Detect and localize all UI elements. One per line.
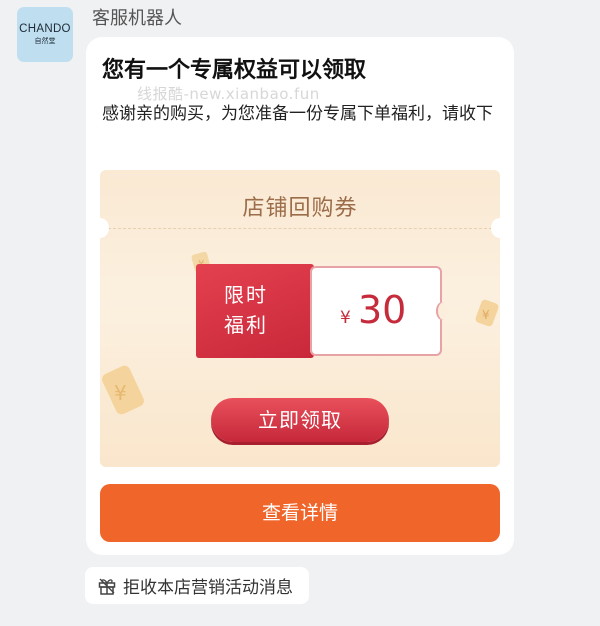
brand-name-cn: 自然堂: [34, 37, 56, 45]
coupon-value-panel: ¥ 30: [310, 266, 448, 356]
avatar[interactable]: CHANDO 自然堂: [17, 7, 73, 62]
gift-icon: [98, 578, 116, 595]
claim-button[interactable]: 立即领取: [211, 398, 389, 442]
coupon-card: 店铺回购券 ¥ ¥ ¥ 限时福利 ¥ 30 立即领取: [100, 170, 500, 467]
coupon-tag: 限时福利: [224, 283, 268, 337]
view-details-button[interactable]: 查看详情: [100, 484, 500, 542]
coupon-currency: ¥: [340, 308, 351, 328]
svg-text:¥: ¥: [114, 381, 127, 405]
coupon-amount: 30: [358, 288, 407, 332]
svg-text:¥: ¥: [482, 308, 490, 322]
reject-label: 拒收本店营销活动消息: [123, 578, 293, 598]
coin-icon: ¥: [475, 299, 499, 327]
coupon-notch-right: [491, 218, 500, 238]
reject-marketing-button[interactable]: 拒收本店营销活动消息: [85, 567, 309, 604]
coin-icon: ¥: [102, 365, 144, 415]
sender-name: 客服机器人: [92, 8, 182, 29]
coupon-tag-panel: 限时福利: [196, 264, 314, 358]
message-body: 感谢亲的购买，为您准备一份专属下单福利，请收下: [102, 104, 493, 124]
brand-name: CHANDO: [19, 23, 71, 35]
message-title: 您有一个专属权益可以领取: [102, 58, 367, 83]
message-bubble: 线报酷-new.xianbao.fun 您有一个专属权益可以领取 感谢亲的购买，…: [86, 37, 514, 555]
coupon-divider: [108, 228, 492, 229]
coupon-title: 店铺回购券: [242, 196, 358, 221]
